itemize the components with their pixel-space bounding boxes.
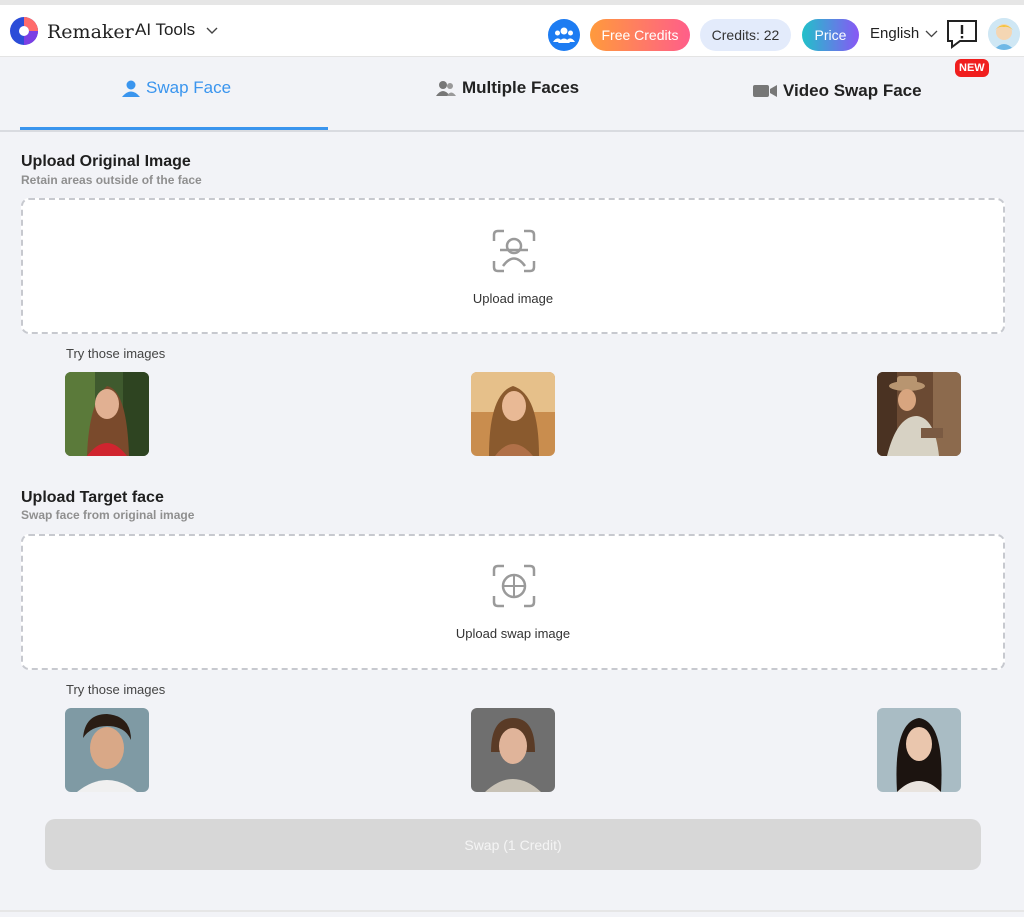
target-section-title: Upload Target face <box>21 489 164 506</box>
tab-video-swap-face-label: Video Swap Face <box>783 81 922 100</box>
user-icon <box>122 80 140 97</box>
tab-multiple-faces-label: Multiple Faces <box>462 78 580 97</box>
sample-original-image-2[interactable] <box>471 372 555 456</box>
price-button[interactable]: Price <box>802 19 859 51</box>
swap-button[interactable]: Swap (1 Credit) <box>45 819 981 870</box>
credits-badge[interactable]: Credits: 22 <box>700 19 791 51</box>
sample-target-image-2[interactable] <box>471 708 555 792</box>
tab-swap-face-label: Swap Face <box>146 78 232 97</box>
remaker-logo-icon[interactable] <box>9 16 39 46</box>
tab-swap-face[interactable]: Swap Face <box>122 78 231 98</box>
chevron-down-icon <box>925 30 938 38</box>
try-images-label: Try those images <box>66 682 166 697</box>
user-avatar[interactable] <box>988 18 1020 50</box>
community-button[interactable] <box>548 19 580 51</box>
portrait-woman-red-dress-image <box>65 372 149 456</box>
sample-target-image-3[interactable] <box>877 708 961 792</box>
ai-tools-label: AI Tools <box>135 20 196 39</box>
upload-image-label: Upload image <box>472 291 554 306</box>
original-section-title: Upload Original Image <box>21 153 191 170</box>
face-scan-icon <box>492 229 536 273</box>
face-target-icon <box>492 564 536 608</box>
free-credits-button[interactable]: Free Credits <box>590 19 690 51</box>
original-upload-dropzone[interactable]: Upload image <box>21 198 1005 334</box>
portrait-woman-sunset-image <box>471 372 555 456</box>
portrait-woman-gray-image <box>471 708 555 792</box>
active-tab-indicator <box>20 127 328 130</box>
original-section-subtitle: Retain areas outside of the face <box>21 173 202 187</box>
try-images-label: Try those images <box>66 346 166 361</box>
brand-name[interactable]: Remaker <box>47 21 134 43</box>
portrait-man-curly-hair-image <box>65 708 149 792</box>
portrait-asian-woman-image <box>877 708 961 792</box>
target-section-subtitle: Swap face from original image <box>21 508 195 522</box>
new-badge: NEW <box>955 59 989 77</box>
chevron-down-icon <box>206 27 218 34</box>
language-label: English <box>870 25 920 42</box>
sample-target-image-1[interactable] <box>65 708 149 792</box>
tab-video-swap-face[interactable]: Video Swap Face <box>753 81 922 101</box>
video-camera-icon <box>753 85 777 97</box>
users-group-icon <box>553 27 575 43</box>
sample-original-image-3[interactable] <box>877 372 961 456</box>
ai-tools-menu[interactable]: AI Tools <box>135 20 219 40</box>
target-upload-dropzone[interactable]: Upload swap image <box>21 534 1005 670</box>
feedback-icon[interactable] <box>946 19 978 49</box>
upload-swap-image-label: Upload swap image <box>455 626 571 641</box>
language-selector[interactable]: English <box>870 25 938 42</box>
avatar-icon <box>988 18 1020 50</box>
sample-original-image-1[interactable] <box>65 372 149 456</box>
portrait-cowboy-image <box>877 372 961 456</box>
footer-divider <box>0 910 1024 912</box>
tool-tabs: Swap Face Multiple Faces Video Swap Face… <box>0 57 1024 132</box>
users-icon <box>436 81 456 96</box>
top-bar: Remaker AI Tools Free Credits Credits: 2… <box>0 0 1024 57</box>
tab-multiple-faces[interactable]: Multiple Faces <box>436 78 579 98</box>
